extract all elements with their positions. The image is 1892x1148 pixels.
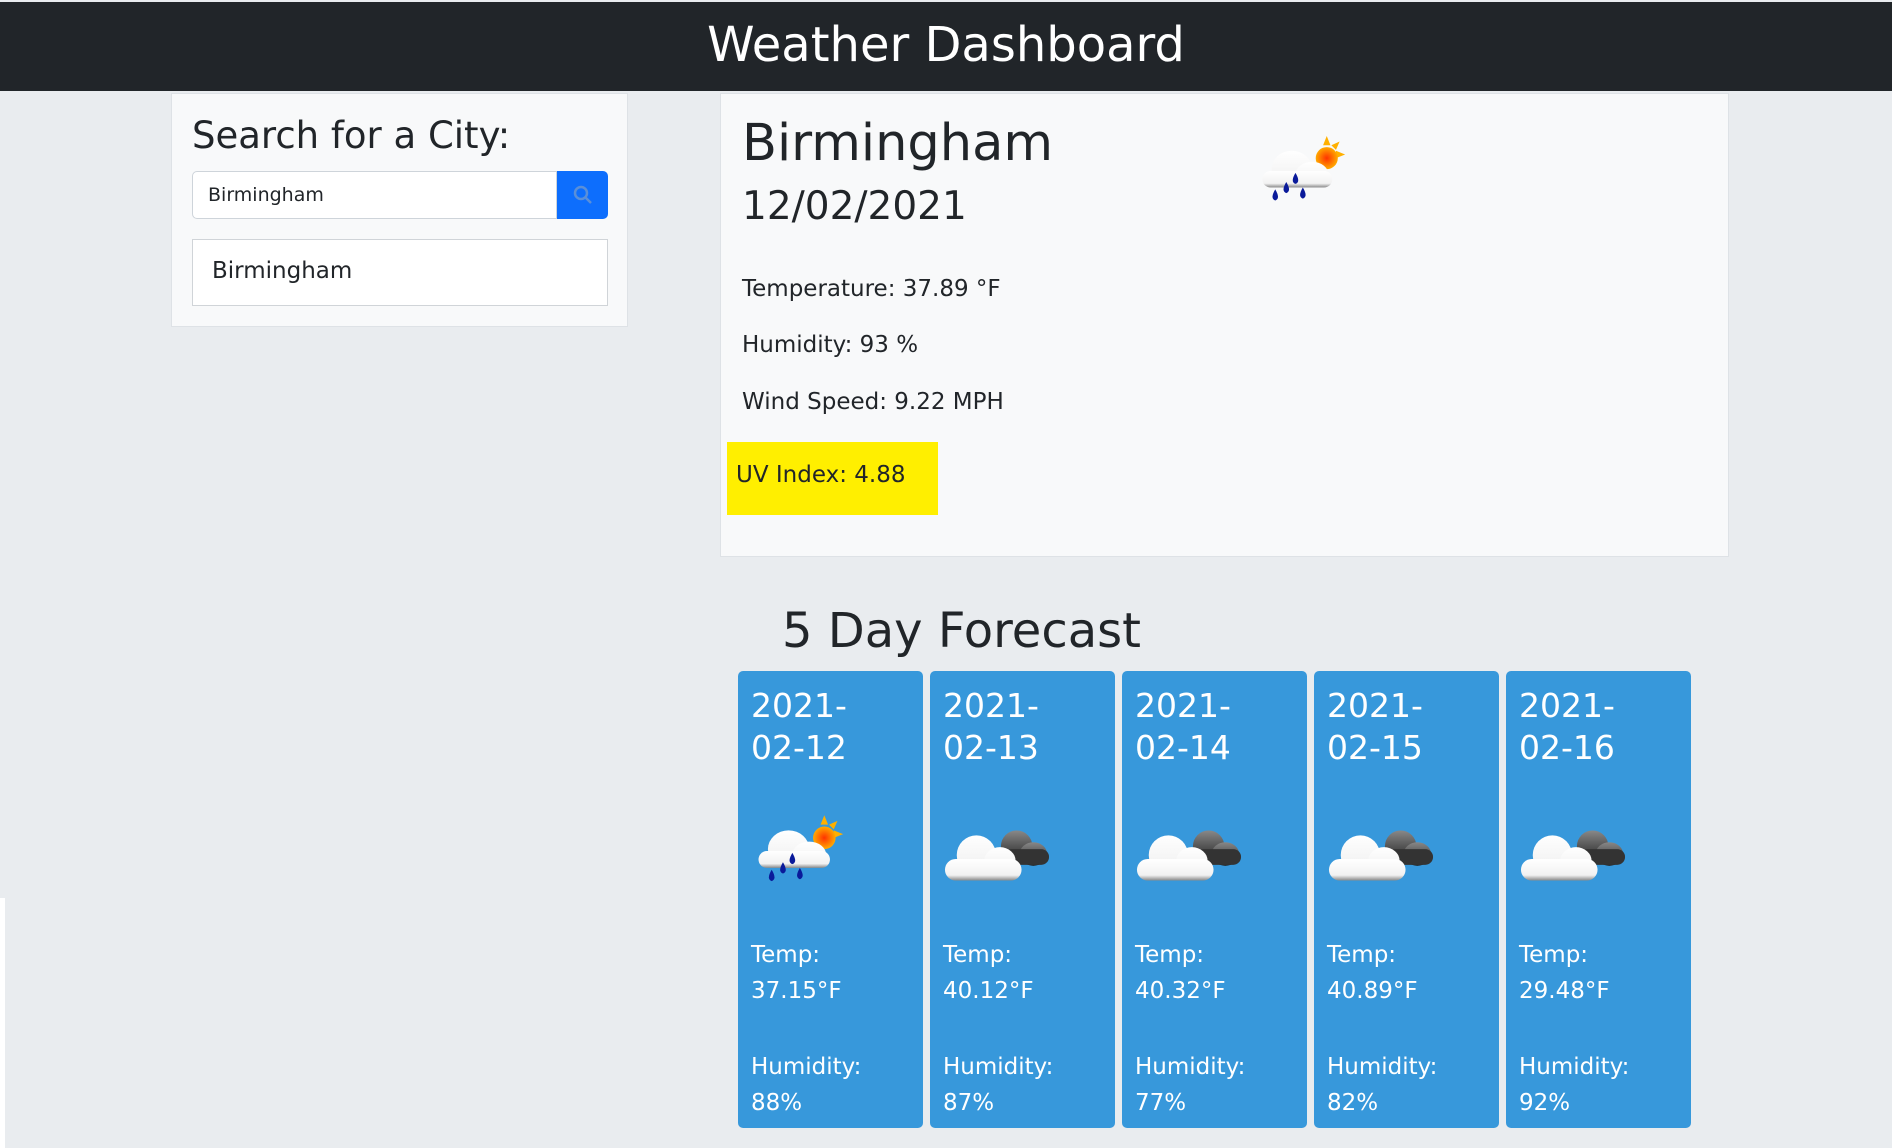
- forecast-date-day: 02-16: [1519, 728, 1615, 767]
- page-edge: [0, 898, 5, 1148]
- humidity: Humidity: 93 %: [742, 332, 919, 358]
- forecast-date-year: 2021-: [1519, 686, 1615, 725]
- temp-value: 40.32°F: [1135, 978, 1226, 1004]
- uv-index-badge: UV Index: 4.88: [727, 442, 938, 515]
- humidity-label: Humidity:: [1135, 1054, 1246, 1080]
- app-header: Weather Dashboard: [0, 0, 1892, 91]
- forecast-card: 2021- 02-12 Temp: 37.15°F Humidity: 88%: [738, 671, 923, 1128]
- humidity-value: 77%: [1135, 1090, 1187, 1116]
- forecast-card: 2021- 02-15 Temp: 40.89°F Humidity: 82%: [1314, 671, 1499, 1128]
- cloudy-icon: [1327, 821, 1435, 891]
- cloudy-icon: [1519, 821, 1627, 891]
- search-panel: Search for a City: Birmingham: [171, 93, 628, 327]
- city-name: Birmingham: [742, 114, 1054, 173]
- forecast-date-year: 2021-: [1327, 686, 1423, 725]
- forecast-card: 2021- 02-16 Temp: 29.48°F Humidity: 92%: [1506, 671, 1691, 1128]
- humidity-value: 87%: [943, 1090, 995, 1116]
- temp-value: 29.48°F: [1519, 978, 1610, 1004]
- temp-label: Temp:: [1135, 942, 1205, 968]
- forecast-date-year: 2021-: [943, 686, 1039, 725]
- humidity-label: Humidity:: [1519, 1054, 1630, 1080]
- search-heading: Search for a City:: [192, 114, 511, 157]
- rain-sun-icon: [1255, 134, 1347, 208]
- temp-label: Temp:: [1519, 942, 1589, 968]
- temp-value: 37.15°F: [751, 978, 842, 1004]
- rain-sun-icon: [751, 813, 845, 889]
- cloudy-icon: [1135, 821, 1243, 891]
- humidity-label: Humidity:: [1327, 1054, 1438, 1080]
- current-date: 12/02/2021: [742, 184, 967, 229]
- temp-value: 40.89°F: [1327, 978, 1418, 1004]
- wind-speed: Wind Speed: 9.22 MPH: [742, 389, 1004, 415]
- temperature: Temperature: 37.89 °F: [742, 276, 1001, 302]
- history-item-birmingham[interactable]: Birmingham: [192, 239, 608, 306]
- search-button[interactable]: [557, 171, 608, 219]
- temp-label: Temp:: [1327, 942, 1397, 968]
- forecast-date-year: 2021-: [1135, 686, 1231, 725]
- forecast-date-day: 02-15: [1327, 728, 1423, 767]
- temp-value: 40.12°F: [943, 978, 1034, 1004]
- forecast-card: 2021- 02-14 Temp: 40.32°F Humidity: 77%: [1122, 671, 1307, 1128]
- humidity-value: 92%: [1519, 1090, 1571, 1116]
- humidity-value: 82%: [1327, 1090, 1379, 1116]
- humidity-label: Humidity:: [943, 1054, 1054, 1080]
- city-search-input[interactable]: [192, 171, 557, 219]
- temp-label: Temp:: [943, 942, 1013, 968]
- forecast-date-day: 02-12: [751, 728, 847, 767]
- search-icon: [573, 185, 592, 204]
- forecast-title: 5 Day Forecast: [782, 603, 1141, 659]
- humidity-value: 88%: [751, 1090, 803, 1116]
- forecast-date-day: 02-14: [1135, 728, 1231, 767]
- forecast-date-day: 02-13: [943, 728, 1039, 767]
- forecast-date-year: 2021-: [751, 686, 847, 725]
- app-title: Weather Dashboard: [707, 17, 1185, 73]
- cloudy-icon: [943, 821, 1051, 891]
- current-weather-card: Birmingham 12/02/2021 Temperature: 37.89…: [720, 93, 1729, 557]
- forecast-card: 2021- 02-13 Temp: 40.12°F Humidity: 87%: [930, 671, 1115, 1128]
- humidity-label: Humidity:: [751, 1054, 862, 1080]
- temp-label: Temp:: [751, 942, 821, 968]
